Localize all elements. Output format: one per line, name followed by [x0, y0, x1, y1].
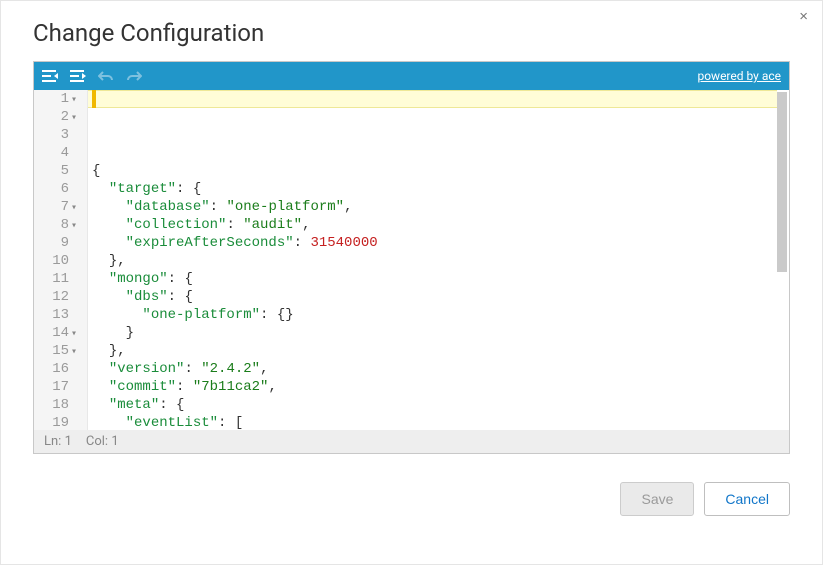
gutter-line: 13 [34, 306, 77, 324]
code-line[interactable]: "dbs": { [92, 288, 789, 306]
gutter-line: 9 [34, 234, 77, 252]
code-line[interactable]: } [92, 324, 789, 342]
gutter-line: 11 [34, 270, 77, 288]
code-line[interactable]: "version": "2.4.2", [92, 360, 789, 378]
code-line[interactable]: "eventList": [ [92, 414, 789, 430]
indent-right-icon[interactable] [70, 68, 86, 84]
gutter-line: 19 [34, 414, 77, 430]
save-button[interactable]: Save [620, 482, 694, 516]
code-line[interactable]: "one-platform": {} [92, 306, 789, 324]
status-line: Ln: 1 [44, 434, 72, 449]
status-bar: Ln: 1 Col: 1 [34, 430, 789, 453]
toolbar-left [42, 68, 142, 84]
fold-icon[interactable]: ▾ [67, 326, 77, 336]
code-line[interactable]: }, [92, 252, 789, 270]
code-line[interactable]: "target": { [92, 180, 789, 198]
code-line[interactable]: "commit": "7b11ca2", [92, 378, 789, 396]
gutter-line: 3 [34, 126, 77, 144]
close-icon[interactable]: × [799, 9, 808, 24]
gutter-line: 12 [34, 288, 77, 306]
powered-by-link[interactable]: powered by ace [697, 69, 781, 83]
gutter-line: 6 [34, 180, 77, 198]
redo-icon[interactable] [126, 68, 142, 84]
gutter-line: 8▾ [34, 216, 77, 234]
gutter-line: 4 [34, 144, 77, 162]
gutter-line: 2▾ [34, 108, 77, 126]
gutter-line: 17 [34, 378, 77, 396]
gutter-line: 5 [34, 162, 77, 180]
code-area[interactable]: { "target": { "database": "one-platform"… [88, 90, 789, 430]
gutter-line: 7▾ [34, 198, 77, 216]
fold-icon[interactable]: ▾ [67, 200, 77, 210]
code-line[interactable]: "expireAfterSeconds": 31540000 [92, 234, 789, 252]
fold-icon[interactable]: ▾ [67, 92, 77, 102]
active-line-highlight [88, 90, 777, 108]
undo-icon[interactable] [98, 68, 114, 84]
indent-left-icon[interactable] [42, 68, 58, 84]
gutter-line: 18 [34, 396, 77, 414]
editor-toolbar: powered by ace [34, 62, 789, 90]
fold-icon[interactable]: ▾ [67, 344, 77, 354]
fold-icon[interactable]: ▾ [67, 218, 77, 228]
gutter-line: 15▾ [34, 342, 77, 360]
fold-icon[interactable]: ▾ [67, 110, 77, 120]
code-line[interactable]: "collection": "audit", [92, 216, 789, 234]
gutter-line: 10 [34, 252, 77, 270]
code-editor[interactable]: 1▾2▾34567▾8▾91011121314▾15▾16171819 { "t… [34, 90, 789, 430]
dialog-footer: Save Cancel [33, 482, 790, 516]
status-col: Col: 1 [86, 434, 119, 449]
config-dialog: × Change Configuration powered by ace [0, 0, 823, 565]
gutter: 1▾2▾34567▾8▾91011121314▾15▾16171819 [34, 90, 88, 430]
gutter-line: 16 [34, 360, 77, 378]
gutter-line: 1▾ [34, 90, 77, 108]
editor-container: powered by ace 1▾2▾34567▾8▾91011121314▾1… [33, 61, 790, 454]
code-line[interactable]: { [92, 162, 789, 180]
code-line[interactable]: "meta": { [92, 396, 789, 414]
cancel-button[interactable]: Cancel [704, 482, 790, 516]
code-line[interactable]: }, [92, 342, 789, 360]
code-line[interactable]: "database": "one-platform", [92, 198, 789, 216]
code-line[interactable]: "mongo": { [92, 270, 789, 288]
gutter-line: 14▾ [34, 324, 77, 342]
cursor [92, 90, 96, 108]
dialog-title: Change Configuration [33, 19, 790, 47]
